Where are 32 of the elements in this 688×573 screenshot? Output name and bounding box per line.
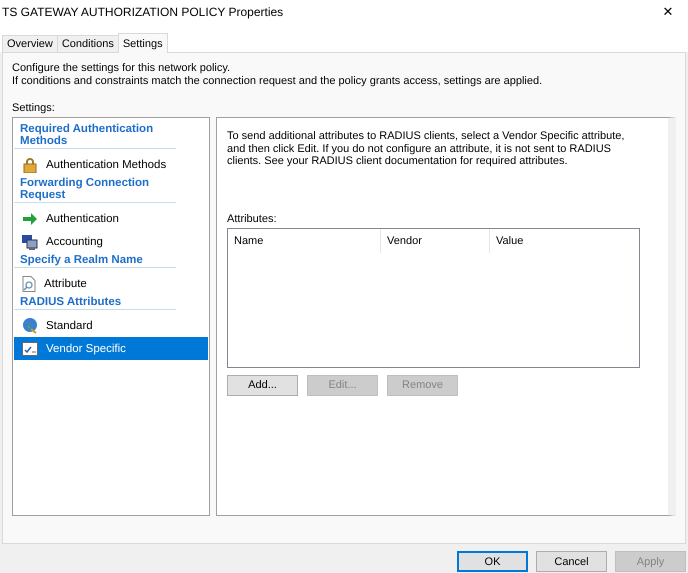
action-button[interactable]: Add... — [227, 374, 298, 396]
window-title: TS GATEWAY AUTHORIZATION POLICY Properties — [2, 5, 284, 19]
tab[interactable]: Settings — [118, 33, 168, 53]
sidebar-item[interactable]: Accounting — [14, 230, 208, 253]
document-icon — [22, 276, 36, 292]
lock-icon — [22, 156, 38, 172]
checklist-icon — [22, 342, 38, 356]
section-header: Forwarding Connection Request — [14, 176, 176, 203]
section-header: Specify a Realm Name — [14, 253, 176, 268]
settings-label: Settings: — [12, 102, 55, 115]
close-button[interactable]: ✕ — [648, 0, 688, 24]
dialog-button[interactable]: OK — [457, 551, 528, 572]
dialog-button[interactable]: Cancel — [536, 551, 607, 572]
tab[interactable]: Overview — [2, 35, 58, 52]
globe-icon — [22, 318, 38, 334]
column-header[interactable]: Name — [228, 228, 381, 252]
sidebar-item[interactable]: Vendor Specific — [14, 337, 208, 360]
sidebar-item[interactable]: Authentication Methods — [14, 153, 208, 176]
tab[interactable]: Conditions — [56, 35, 119, 52]
column-header[interactable]: Value — [490, 228, 530, 252]
sidebar-item[interactable]: Standard — [14, 314, 208, 337]
section-header: Required Authentication Methods — [14, 122, 176, 149]
arrow-icon — [22, 212, 38, 226]
description-text: Configure the settings for this network policy. — [12, 62, 230, 75]
sidebar-item[interactable]: Authentication — [14, 207, 208, 230]
instructions-text: To send additional attributes to RADIUS clients, select a Vendor Specific attribute, and then click Edit. If you do not configure an attribute, it is not sent to RADIUS clients. See your RADIUS client documentation for required attributes. — [227, 130, 626, 168]
computer-icon — [22, 234, 38, 250]
sidebar-item[interactable]: Attribute — [14, 272, 208, 295]
attributes-label: Attributes: — [227, 212, 277, 224]
section-header: RADIUS Attributes — [14, 295, 176, 310]
column-header[interactable]: Vendor — [381, 228, 490, 252]
description-text: If conditions and constraints match the connection request and the policy grants access, settings are applied. — [12, 75, 542, 88]
